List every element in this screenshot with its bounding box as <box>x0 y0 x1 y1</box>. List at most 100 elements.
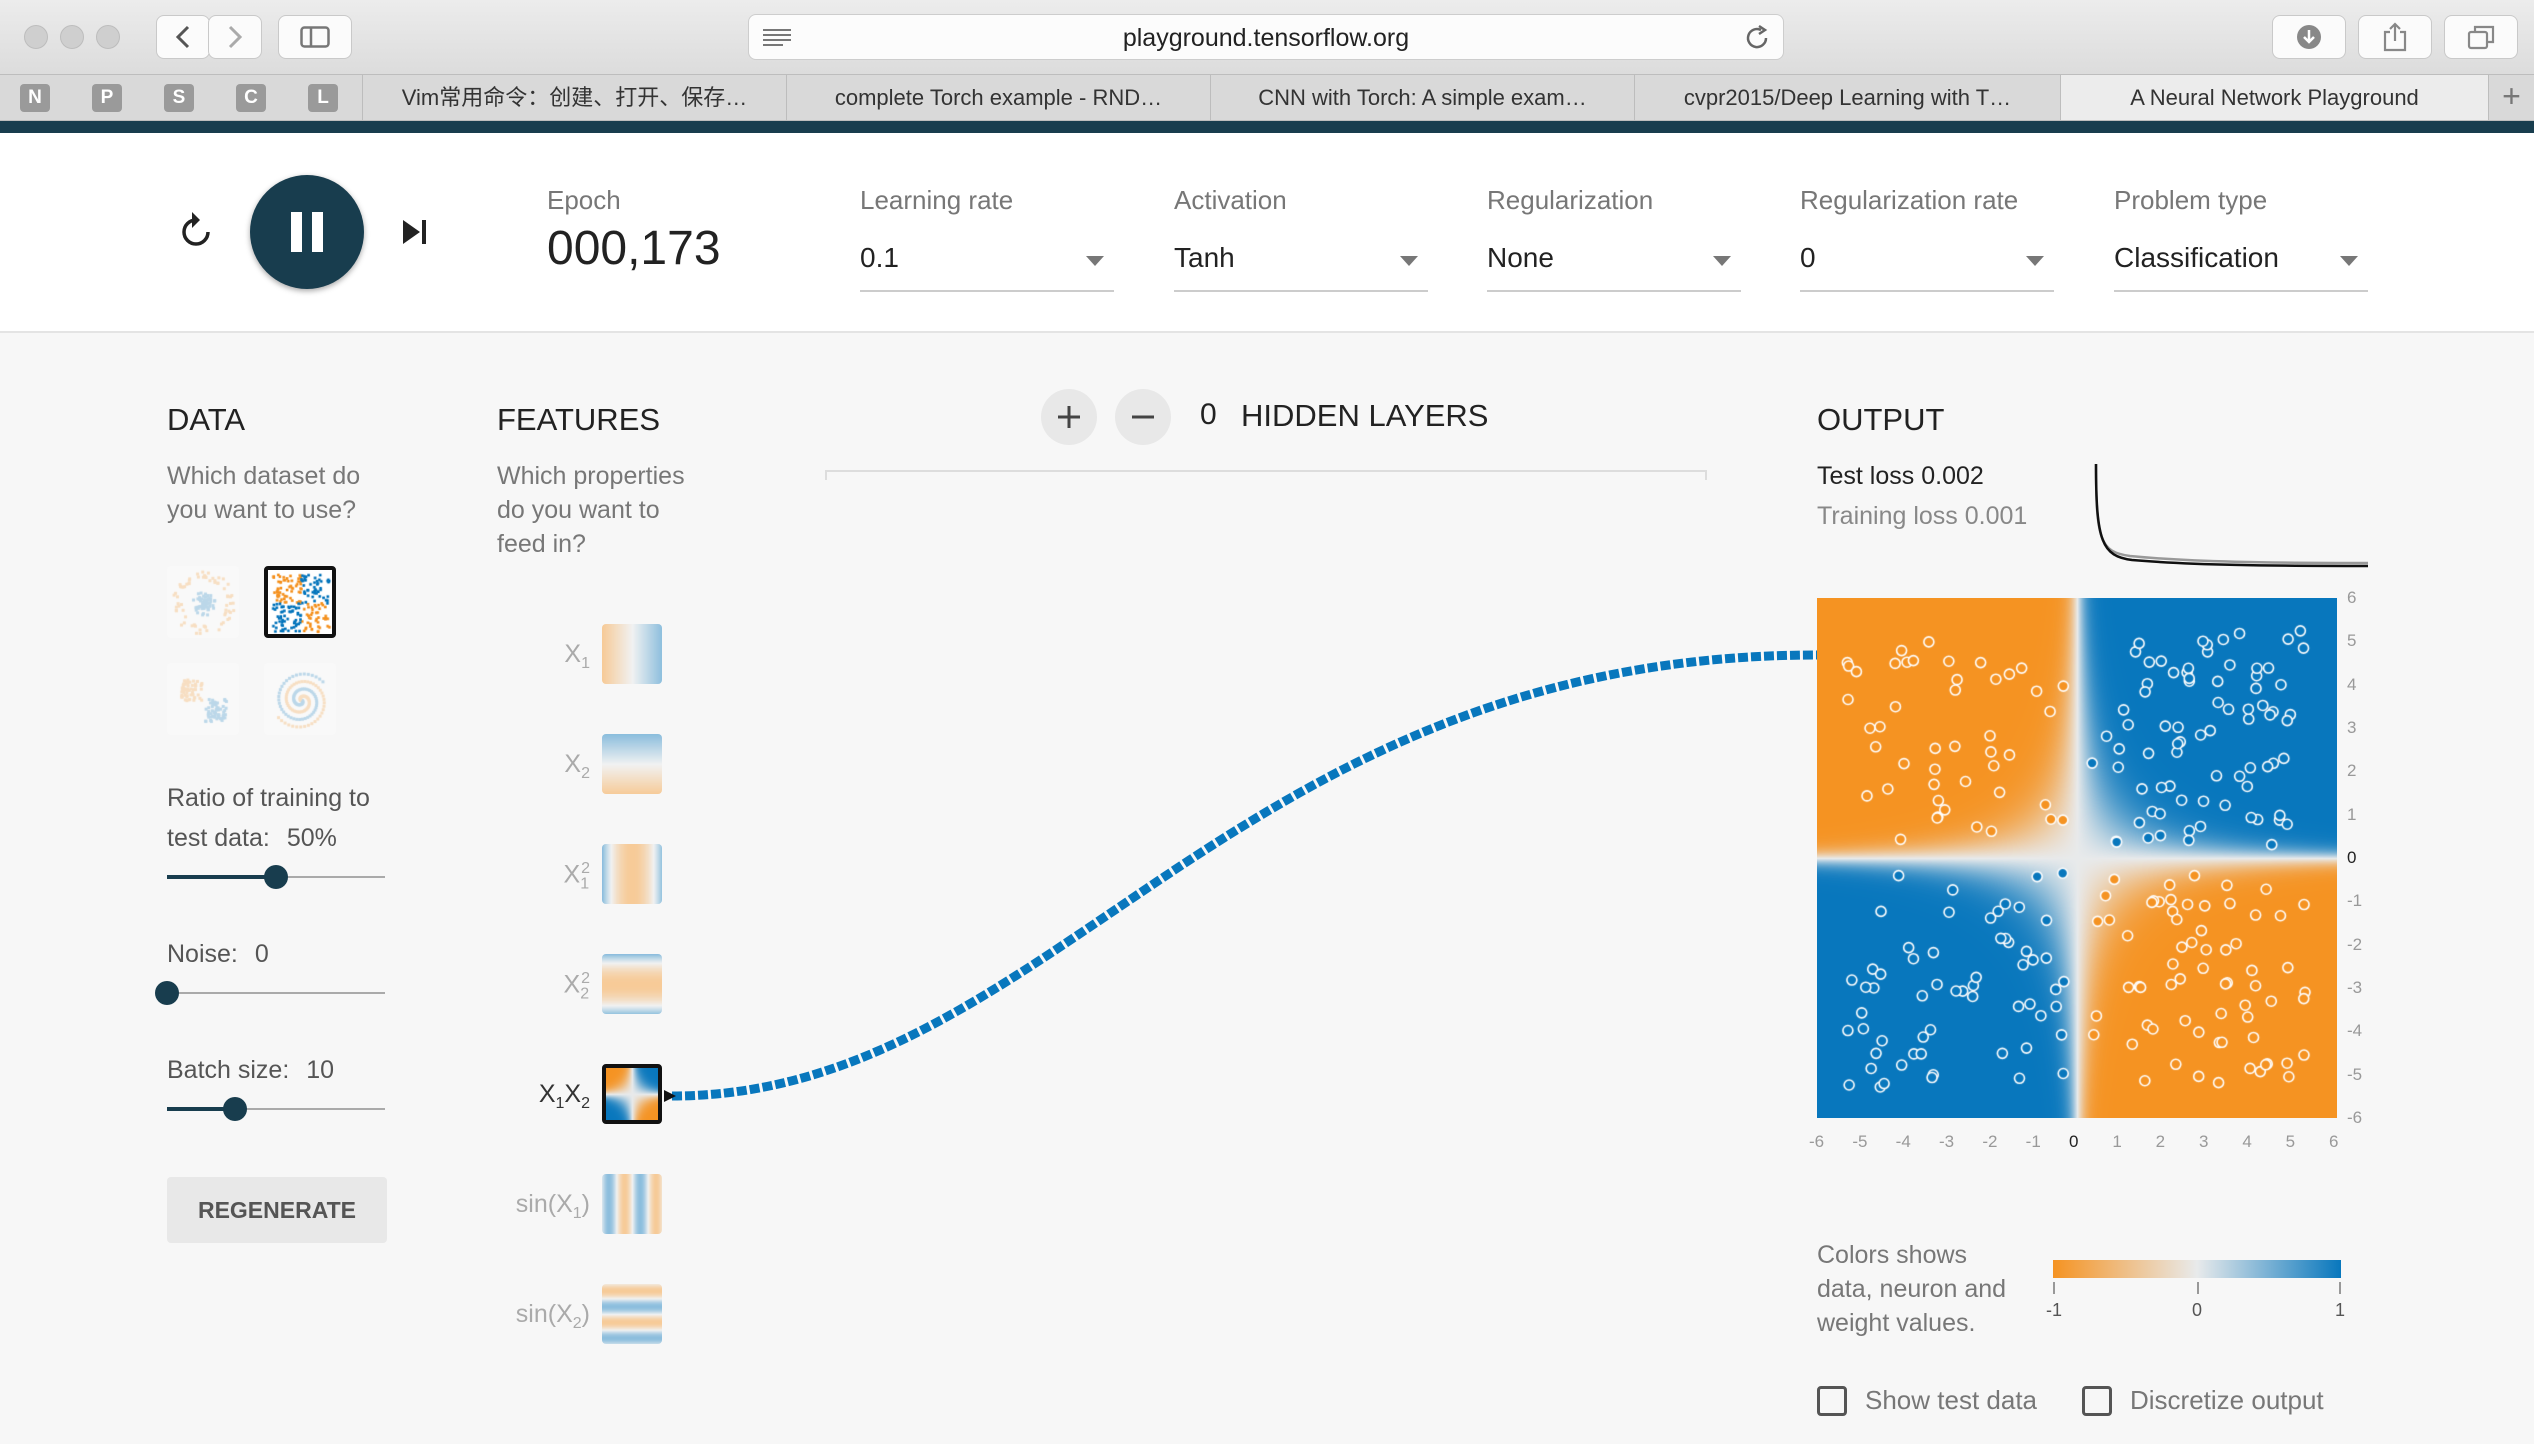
dataset-xor-thumbnail[interactable] <box>264 566 336 638</box>
learning-rate-select[interactable]: 0.1 <box>860 242 1114 292</box>
noise-slider-handle[interactable] <box>155 981 179 1005</box>
batch-size-slider[interactable] <box>167 1097 385 1121</box>
pinned-tab-c[interactable]: C <box>236 84 266 112</box>
browser-tab[interactable]: complete Torch example - RND… <box>786 75 1210 120</box>
pinned-tab-p[interactable]: P <box>92 84 122 112</box>
epoch-label: Epoch <box>547 185 621 215</box>
feature-label: sin(X1) <box>516 1190 590 1223</box>
x-axis-tick: -3 <box>1939 1132 1955 1151</box>
remove-layer-button[interactable] <box>1115 389 1171 445</box>
feature-thumbnail[interactable] <box>602 954 662 1014</box>
ratio-label-line1: Ratio of training to <box>167 784 370 812</box>
features-subtitle-line1: Which properties <box>497 462 685 490</box>
browser-tab[interactable]: CNN with Torch: A simple exam… <box>1210 75 1634 120</box>
close-window-button[interactable] <box>24 25 48 49</box>
feature-thumbnail[interactable] <box>602 1284 662 1344</box>
regularization-label: Regularization <box>1487 185 1654 215</box>
feature-label-sub: 2 <box>580 985 590 1003</box>
noise-label: Noise: 0 <box>167 940 269 969</box>
feature-thumbnail[interactable] <box>602 734 662 794</box>
browser-tab[interactable]: Vim常用命令：创建、打开、保存… <box>362 75 786 120</box>
add-layer-button[interactable] <box>1041 389 1097 445</box>
x-axis-tick: 1 <box>2112 1132 2122 1151</box>
chevron-right-icon <box>228 25 243 49</box>
regenerate-button[interactable]: REGENERATE <box>167 1177 387 1243</box>
regularization-select[interactable]: None <box>1487 242 1741 292</box>
play-pause-button[interactable] <box>250 175 364 289</box>
dataset-spiral-thumbnail[interactable] <box>264 663 336 735</box>
feature-label-sub: 1 <box>572 1205 582 1222</box>
pinned-tab-n[interactable]: N <box>20 84 50 112</box>
feature-label-base: X <box>556 1300 573 1328</box>
feature-row[interactable]: X2 <box>510 732 680 796</box>
feature-row[interactable]: X22 <box>510 952 680 1016</box>
activation-label: Activation <box>1174 185 1287 215</box>
ratio-label-line2: test data: 50% <box>167 824 337 853</box>
learning-rate-value: 0.1 <box>860 242 899 273</box>
feature-label: sin(X2) <box>516 1300 590 1333</box>
share-icon <box>2383 22 2407 52</box>
legend-label-min: -1 <box>2046 1300 2063 1320</box>
browser-tab-active[interactable]: A Neural Network Playground <box>2060 75 2488 120</box>
epoch-value: 000,173 <box>547 222 721 275</box>
browser-tab[interactable]: cvpr2015/Deep Learning with T… <box>1634 75 2060 120</box>
feature-row[interactable]: sin(X2) <box>510 1282 680 1346</box>
forward-button[interactable] <box>208 15 262 59</box>
reset-icon[interactable] <box>178 208 218 254</box>
dataset-circle-thumbnail[interactable] <box>167 566 239 638</box>
feature-label-sub2: 2 <box>581 1095 590 1112</box>
feature-row[interactable]: X1X2 <box>510 1062 680 1126</box>
ratio-slider-handle[interactable] <box>264 865 288 889</box>
ratio-slider[interactable] <box>167 865 385 889</box>
batch-size-slider-handle[interactable] <box>222 1097 247 1121</box>
sidebar-toggle-button[interactable] <box>278 15 352 59</box>
regularization-rate-select[interactable]: 0 <box>1800 242 2054 292</box>
minimize-window-button[interactable] <box>60 25 84 49</box>
feature-thumbnail[interactable] <box>602 1174 662 1234</box>
noise-label-text: Noise: <box>167 940 238 968</box>
activation-select[interactable]: Tanh <box>1174 242 1428 292</box>
feature-label-sup: 2 <box>581 860 590 877</box>
back-button[interactable] <box>156 15 210 59</box>
problem-type-select[interactable]: Classification <box>2114 242 2368 292</box>
feature-thumbnail[interactable] <box>602 1064 662 1124</box>
share-button[interactable] <box>2358 15 2432 59</box>
caret-down-icon <box>2026 256 2044 266</box>
feature-thumbnail[interactable] <box>602 624 662 684</box>
discretize-output-checkbox[interactable]: Discretize output <box>2082 1385 2324 1416</box>
feature-label-base: X <box>564 750 582 778</box>
address-bar[interactable]: playground.tensorflow.org <box>748 14 1784 60</box>
feature-thumbnail[interactable] <box>602 844 662 904</box>
dataset-preview <box>268 570 332 634</box>
feature-row[interactable]: X12 <box>510 842 680 906</box>
downloads-button[interactable] <box>2272 15 2346 59</box>
page-header-stripe <box>0 121 2534 133</box>
training-loss-label: Training loss <box>1817 502 1958 530</box>
output-heatmap <box>1817 598 2337 1118</box>
training-loss-curve <box>2094 463 2369 568</box>
learning-rate-control: Learning rate 0.1 <box>860 185 1114 292</box>
zoom-window-button[interactable] <box>96 25 120 49</box>
noise-slider[interactable] <box>155 981 385 1005</box>
x-axis-tick: -1 <box>2025 1132 2041 1151</box>
reload-icon[interactable] <box>1743 24 1771 52</box>
checkbox-box[interactable] <box>1817 1385 1847 1416</box>
checkbox-box[interactable] <box>2082 1385 2112 1416</box>
learning-rate-label: Learning rate <box>860 185 1014 215</box>
sidebar-icon <box>300 26 330 48</box>
feature-label-sup: 2 <box>581 970 590 987</box>
tab-overview-button[interactable] <box>2444 15 2518 59</box>
pinned-tab-s[interactable]: S <box>164 84 194 112</box>
show-test-data-checkbox[interactable]: Show test data <box>1817 1385 2037 1416</box>
feature-to-output-link[interactable] <box>671 650 1818 1101</box>
feature-row[interactable]: sin(X1) <box>510 1172 680 1236</box>
new-tab-button[interactable]: + <box>2488 75 2534 120</box>
feature-label-suffix: ) <box>581 1190 590 1218</box>
step-icon[interactable] <box>400 217 430 247</box>
y-axis-tick: 2 <box>2347 761 2357 781</box>
pinned-tab-l[interactable]: L <box>308 84 338 112</box>
chevron-left-icon <box>175 25 190 49</box>
dataset-gaussian-thumbnail[interactable] <box>167 663 239 735</box>
feature-row[interactable]: X1 <box>510 622 680 686</box>
y-axis-tick: 1 <box>2347 804 2357 824</box>
